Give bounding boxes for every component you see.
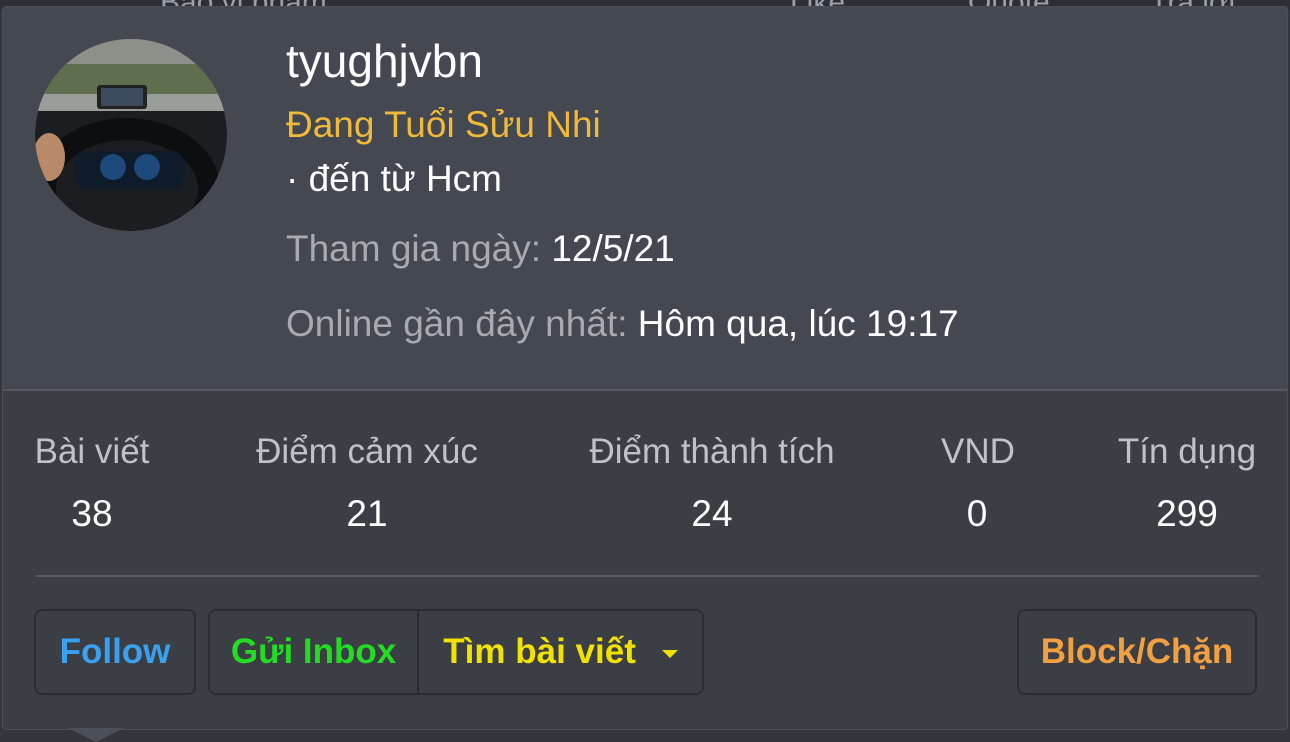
avatar[interactable] <box>35 39 227 231</box>
joined-label: Tham gia ngày: <box>286 228 542 269</box>
stat-label: VND <box>941 432 1015 471</box>
find-posts-label: Tìm bài viết <box>443 632 636 671</box>
last-online-row: Online gần đây nhất: Hôm qua, lúc 19:17 <box>286 302 959 346</box>
member-location: · đến từ Hcm <box>286 158 502 199</box>
joined-value: 12/5/21 <box>551 228 675 269</box>
chevron-down-icon <box>661 650 678 658</box>
divider <box>35 575 1259 577</box>
stat-value: 21 <box>346 493 388 534</box>
stat-value: 299 <box>1156 493 1218 534</box>
follow-button[interactable]: Follow <box>34 609 196 695</box>
message-search-button-group: Gửi Inbox Tìm bài viết <box>208 609 704 695</box>
member-tooltip-card: tyughjvbn Đang Tuổi Sửu Nhi · đến từ Hcm… <box>2 6 1288 730</box>
avatar-image <box>35 39 227 231</box>
member-header: tyughjvbn Đang Tuổi Sửu Nhi · đến từ Hcm… <box>3 7 1287 391</box>
member-name[interactable]: tyughjvbn <box>286 35 483 87</box>
last-online-value: Hôm qua, lúc 19:17 <box>637 303 959 344</box>
stat-label: Tín dụng <box>1117 432 1257 471</box>
stat-value: 38 <box>71 493 113 534</box>
stat-reactions[interactable]: Điểm cảm xúc 21 <box>253 431 481 535</box>
stat-credits[interactable]: Tín dụng 299 <box>1117 431 1257 535</box>
find-posts-dropdown[interactable]: Tìm bài viết <box>419 611 702 693</box>
stat-posts[interactable]: Bài viết 38 <box>33 431 151 535</box>
send-inbox-button[interactable]: Gửi Inbox <box>210 611 420 693</box>
member-title: Đang Tuổi Sửu Nhi <box>286 104 601 145</box>
stat-vnd[interactable]: VND 0 <box>941 431 1015 535</box>
stat-label: Điểm cảm xúc <box>256 432 478 471</box>
stat-value: 0 <box>966 493 988 534</box>
block-button[interactable]: Block/Chặn <box>1017 609 1257 695</box>
last-online-label: Online gần đây nhất: <box>286 303 628 344</box>
stat-value: 24 <box>691 493 733 534</box>
stat-label: Bài viết <box>34 432 150 471</box>
stat-trophy-points[interactable]: Điểm thành tích 24 <box>585 431 839 535</box>
stat-label: Điểm thành tích <box>589 432 835 471</box>
joined-row: Tham gia ngày: 12/5/21 <box>286 227 675 271</box>
